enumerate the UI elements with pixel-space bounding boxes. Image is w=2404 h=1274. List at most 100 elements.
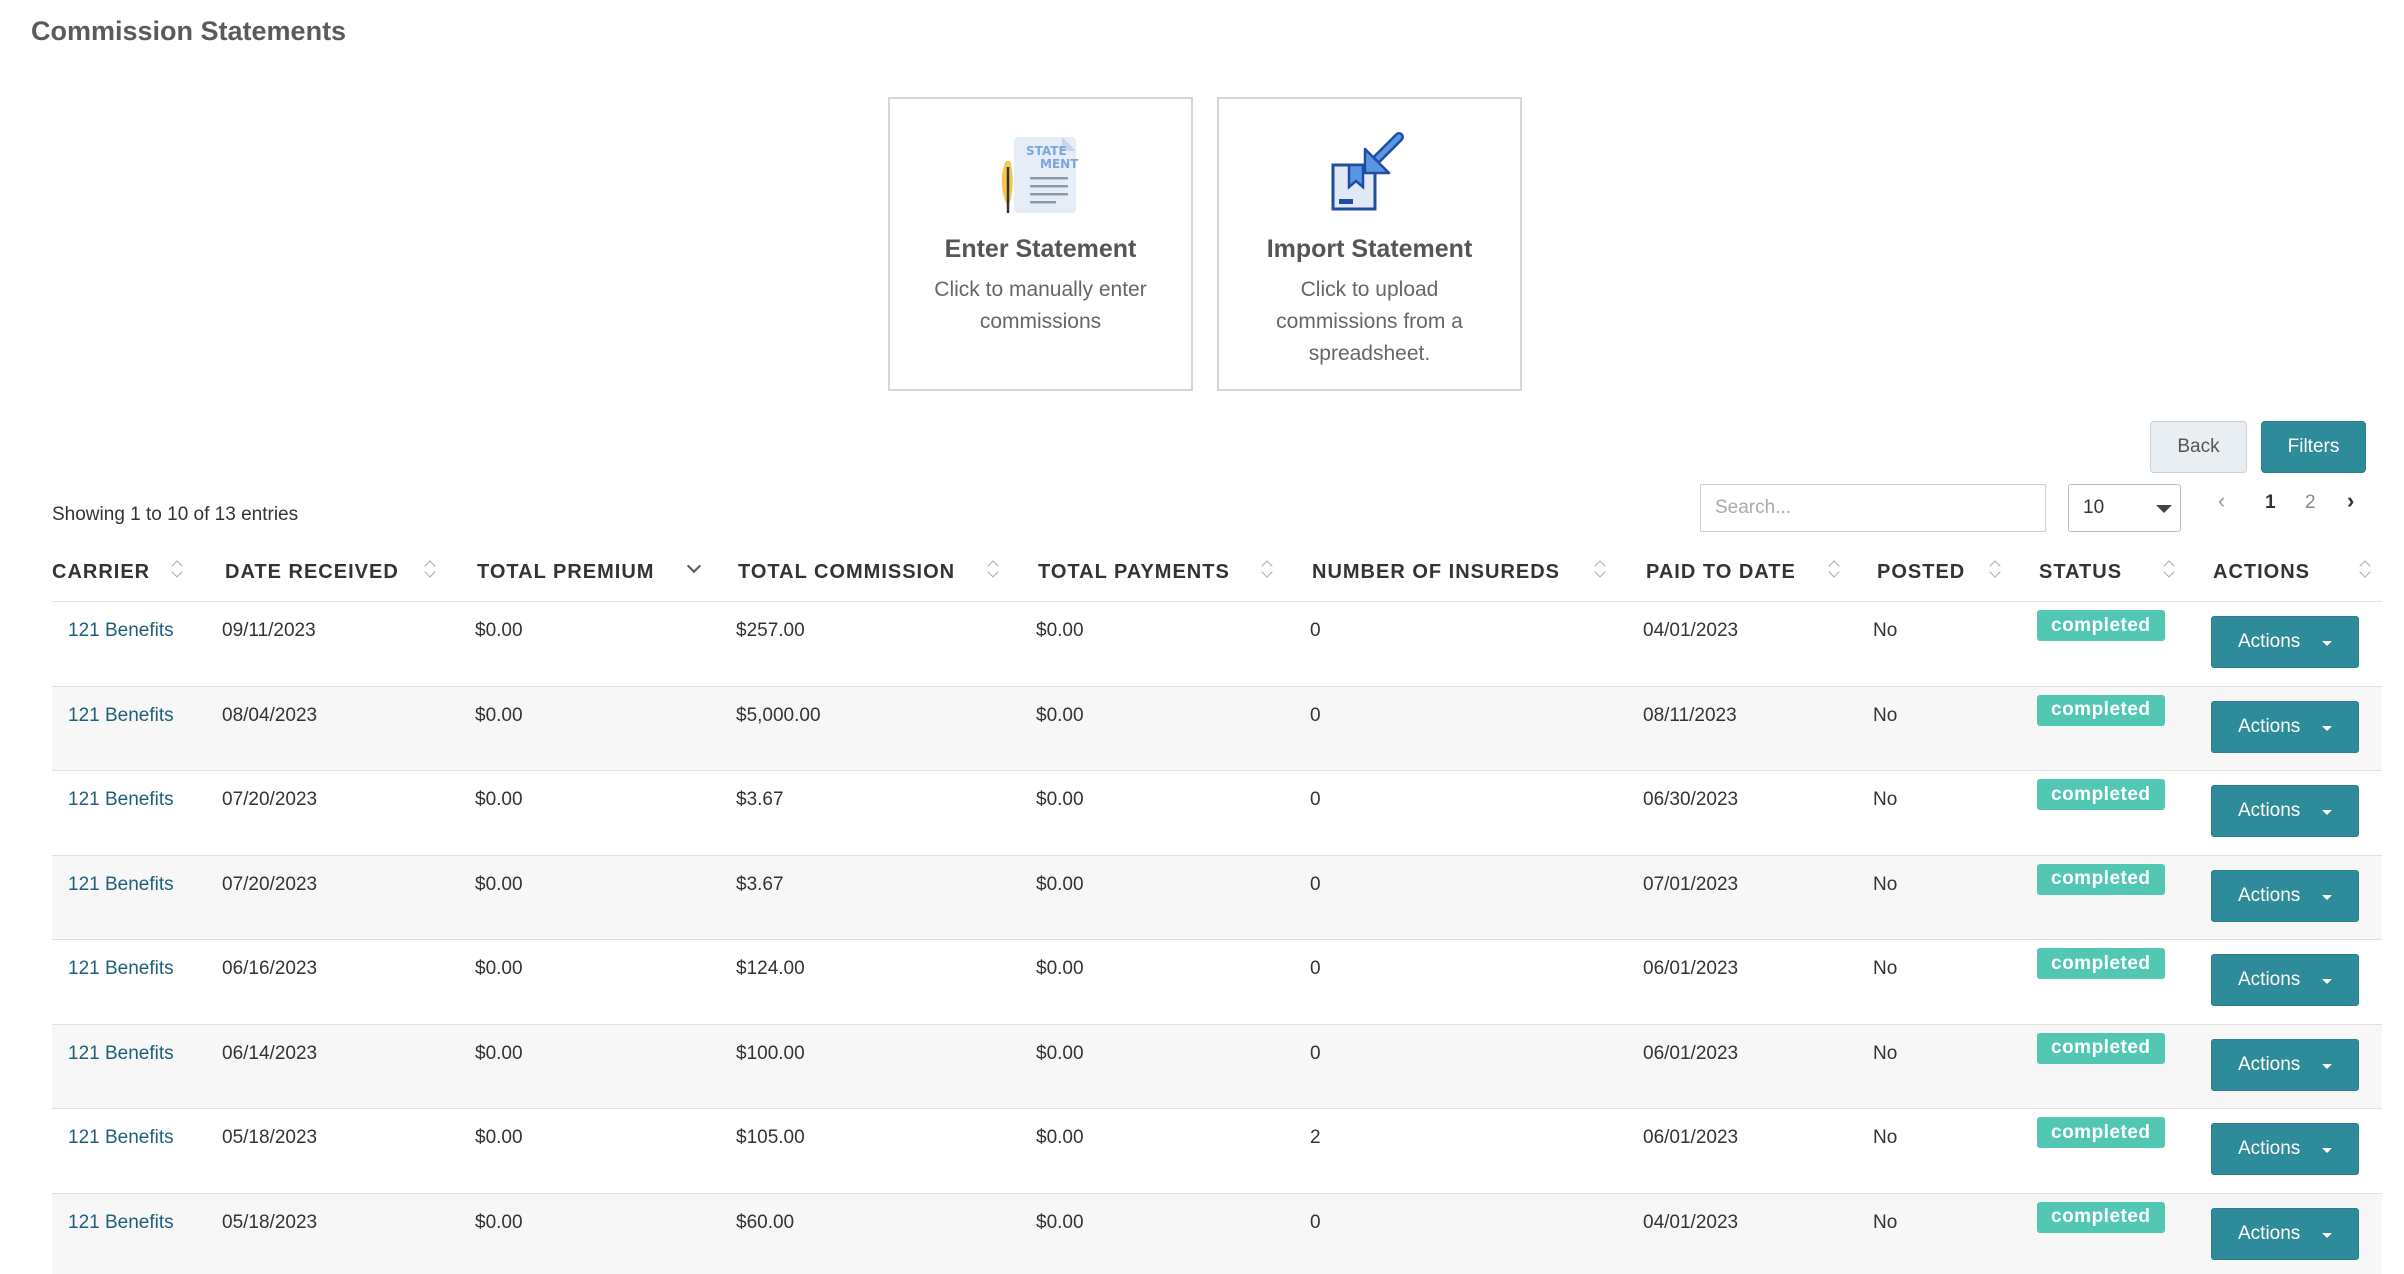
total-commission-cell: $3.67 [736, 789, 784, 810]
posted-cell: No [1873, 873, 1898, 895]
status-badge: completed [2037, 1117, 2165, 1148]
column-header-total-commission[interactable]: TOTAL COMMISSION [738, 561, 955, 584]
chevron-down-icon [2156, 505, 2172, 513]
row-actions-button[interactable]: Actions [2211, 616, 2359, 668]
row-actions-button[interactable]: Actions [2211, 1207, 2359, 1260]
search-input[interactable] [1700, 484, 2046, 532]
carrier-link[interactable]: 121 Benefits [68, 789, 174, 811]
entries-info: Showing 1 to 10 of 13 entries [52, 504, 299, 525]
date-received-cell: 07/20/2023 [222, 873, 318, 895]
date-received-cell: 07/20/2023 [222, 789, 318, 810]
caret-down-icon [2322, 810, 2332, 815]
carrier-link[interactable]: 121 Benefits [68, 958, 174, 980]
posted-cell: No [1873, 620, 1898, 641]
sort-icon[interactable] [1829, 559, 1841, 579]
carrier-link[interactable]: 121 Benefits [68, 1212, 174, 1234]
paid-to-date-cell: 06/01/2023 [1643, 958, 1739, 979]
total-payments-cell: $0.00 [1036, 1211, 1084, 1233]
table-row: 121 Benefits 06/16/2023 $0.00 $124.00 $0… [52, 940, 2382, 1025]
insureds-cell: 0 [1310, 873, 1321, 895]
import-box-icon [1219, 121, 1520, 231]
total-commission-cell: $105.00 [736, 1127, 805, 1148]
total-commission-cell: $257.00 [736, 620, 805, 641]
posted-cell: No [1873, 958, 1898, 979]
sort-icon[interactable] [172, 559, 184, 579]
column-header-posted[interactable]: POSTED [1877, 561, 1965, 584]
row-actions-button[interactable]: Actions [2211, 954, 2359, 1006]
status-badge: completed [2037, 1032, 2165, 1064]
paid-to-date-cell: 06/01/2023 [1643, 1127, 1739, 1148]
row-actions-button[interactable]: Actions [2211, 1123, 2359, 1175]
next-page-button[interactable]: › [2347, 488, 2354, 514]
sort-descending-icon[interactable] [686, 558, 702, 574]
page-title: Commission Statements [31, 16, 347, 46]
carrier-link[interactable]: 121 Benefits [68, 705, 174, 727]
date-received-cell: 05/18/2023 [222, 1211, 318, 1233]
total-commission-cell: $60.00 [736, 1211, 795, 1233]
row-actions-label: Actions [2238, 969, 2301, 990]
row-actions-button[interactable]: Actions [2211, 700, 2359, 753]
row-actions-button[interactable]: Actions [2211, 785, 2359, 837]
posted-cell: No [1873, 1127, 1898, 1148]
table-header: CARRIER DATE RECEIVED TOTAL PREMIUM TOTA… [52, 555, 2382, 602]
icon-text-state: STATE [1026, 144, 1067, 158]
carrier-link[interactable]: 121 Benefits [68, 874, 174, 896]
page-size-select[interactable]: 10 [2068, 484, 2181, 532]
sort-icon[interactable] [2164, 559, 2176, 579]
page-1-button[interactable]: 1 [2265, 492, 2276, 514]
carrier-link[interactable]: 121 Benefits [68, 1127, 174, 1149]
status-badge: completed [2037, 948, 2165, 979]
column-header-date-received[interactable]: DATE RECEIVED [225, 561, 399, 584]
paid-to-date-cell: 06/30/2023 [1643, 789, 1739, 810]
status-badge: completed [2037, 694, 2165, 726]
enter-statement-desc: Click to manually enter commissions [934, 278, 1147, 333]
statement-document-icon: STATE MENT [890, 121, 1191, 231]
column-header-total-payments[interactable]: TOTAL PAYMENTS [1038, 561, 1230, 584]
prev-page-button[interactable]: ‹ [2218, 488, 2225, 514]
sort-icon[interactable] [1595, 559, 1607, 579]
sort-icon[interactable] [1262, 559, 1274, 579]
status-badge: completed [2037, 779, 2165, 810]
row-actions-label: Actions [2238, 1222, 2301, 1244]
enter-statement-card[interactable]: STATE MENT Enter Statement Click to manu… [888, 97, 1193, 391]
table-row: 121 Benefits 08/04/2023 $0.00 $5,000.00 … [52, 686, 2382, 771]
total-premium-cell: $0.00 [475, 873, 523, 895]
total-premium-cell: $0.00 [475, 1042, 523, 1064]
column-header-number-of-insureds[interactable]: NUMBER OF INSUREDS [1312, 561, 1560, 584]
row-actions-label: Actions [2238, 631, 2301, 652]
column-header-total-premium[interactable]: TOTAL PREMIUM [477, 561, 654, 584]
row-actions-label: Actions [2238, 800, 2301, 821]
page-2-button[interactable]: 2 [2305, 492, 2316, 514]
row-actions-button[interactable]: Actions [2211, 869, 2359, 922]
total-commission-cell: $100.00 [736, 1042, 805, 1064]
date-received-cell: 08/04/2023 [222, 704, 318, 726]
total-premium-cell: $0.00 [475, 1127, 523, 1148]
table-row: 121 Benefits 05/18/2023 $0.00 $105.00 $0… [52, 1109, 2382, 1194]
import-statement-card[interactable]: Import Statement Click to upload commiss… [1217, 97, 1522, 391]
statement-cards: STATE MENT Enter Statement Click to manu… [888, 97, 1522, 391]
filters-button[interactable]: Filters [2261, 421, 2366, 473]
status-badge: completed [2037, 863, 2165, 895]
caret-down-icon [2322, 1063, 2332, 1069]
carrier-link[interactable]: 121 Benefits [68, 620, 174, 642]
paid-to-date-cell: 06/01/2023 [1643, 1042, 1739, 1064]
sort-icon[interactable] [1990, 559, 2002, 579]
insureds-cell: 0 [1310, 789, 1321, 810]
back-button[interactable]: Back [2150, 421, 2247, 473]
insureds-cell: 0 [1310, 958, 1321, 979]
total-premium-cell: $0.00 [475, 789, 523, 810]
carrier-link[interactable]: 121 Benefits [68, 1043, 174, 1065]
sort-icon[interactable] [988, 559, 1000, 579]
column-header-carrier[interactable]: CARRIER [52, 561, 150, 584]
status-badge: completed [2037, 1201, 2165, 1233]
sort-icon[interactable] [2360, 559, 2372, 579]
sort-icon[interactable] [425, 559, 437, 579]
caret-down-icon [2322, 894, 2332, 900]
column-header-paid-to-date[interactable]: PAID TO DATE [1646, 561, 1796, 584]
column-header-status[interactable]: STATUS [2039, 561, 2122, 584]
posted-cell: No [1873, 789, 1898, 810]
table-row: 121 Benefits 05/18/2023 $0.00 $60.00 $0.… [52, 1193, 2382, 1274]
table-row: 121 Benefits 09/11/2023 $0.00 $257.00 $0… [52, 602, 2382, 687]
total-commission-cell: $5,000.00 [736, 704, 821, 726]
row-actions-button[interactable]: Actions [2211, 1038, 2359, 1091]
